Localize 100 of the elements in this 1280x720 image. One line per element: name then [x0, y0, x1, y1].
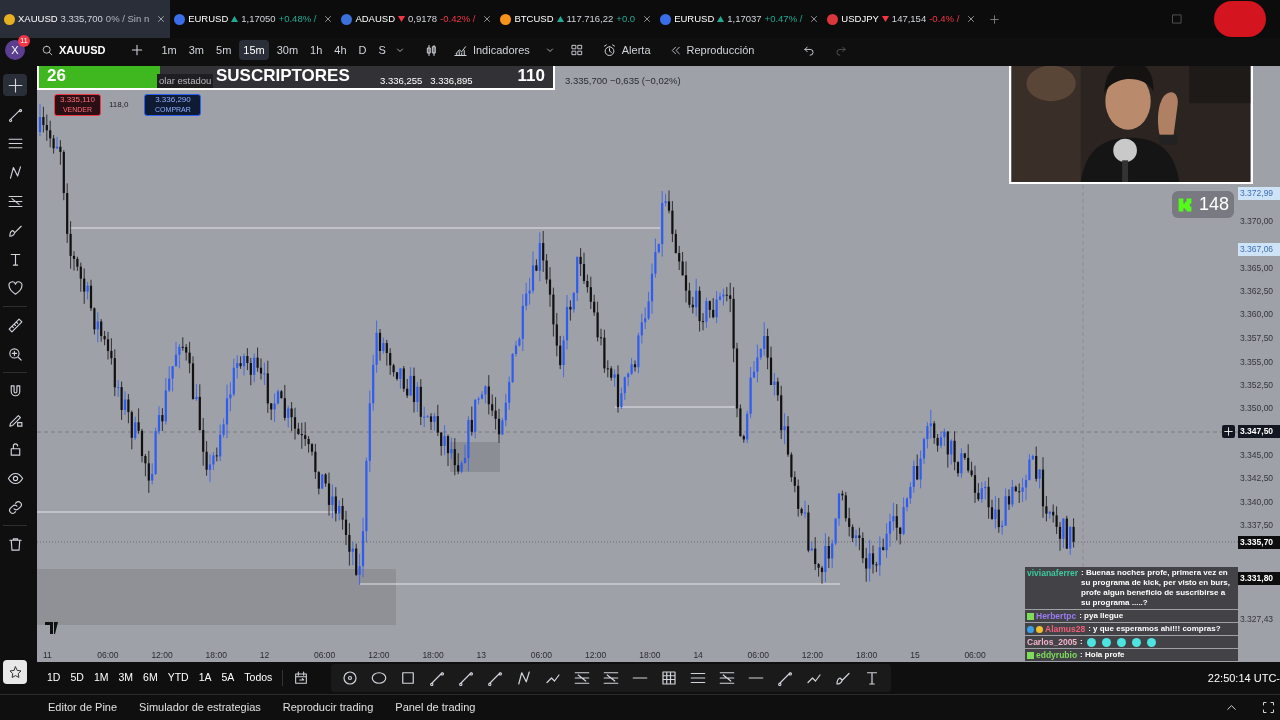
ohlc-value: 3.336,255	[380, 74, 423, 88]
panel-tab[interactable]: Simulador de estrategias	[139, 699, 261, 716]
interval-button[interactable]: 4h	[330, 40, 351, 60]
ruler-icon[interactable]	[6, 316, 24, 334]
viewer-count: 148	[1199, 193, 1230, 216]
interval-button[interactable]: 1h	[306, 40, 327, 60]
range-button[interactable]: 1M	[93, 670, 109, 686]
price-axis-label: 3.362,50	[1239, 285, 1275, 298]
panel-tab[interactable]: Panel de trading	[395, 699, 476, 716]
goal-label: SUSCRIPTORES	[215, 66, 350, 88]
trash-icon[interactable]	[6, 535, 24, 553]
favorites-button[interactable]	[3, 660, 27, 684]
alarm-clock-icon	[601, 42, 617, 58]
interval-button[interactable]: 30m	[272, 40, 303, 60]
add-tab-icon[interactable]	[988, 12, 1002, 26]
price-axis-label: 3.345,00	[1239, 449, 1275, 462]
time-axis-label: 12:00	[585, 649, 607, 662]
close-icon[interactable]	[156, 14, 167, 24]
trend-line-icon[interactable]	[776, 669, 795, 687]
range-button[interactable]: 5D	[70, 670, 84, 686]
range-button[interactable]: 1D	[47, 670, 61, 686]
price-axis-label: 3.357,50	[1239, 332, 1275, 345]
range-button[interactable]: YTD	[167, 670, 189, 686]
time-axis-label: 06:00	[747, 649, 769, 662]
interval-button[interactable]: 5m	[212, 40, 236, 60]
goal-target: 110	[517, 66, 545, 88]
time-axis-label: 06:00	[97, 649, 119, 662]
price-axis-label: 3.327,43	[1239, 613, 1275, 626]
chat-text: : pya llegue	[1079, 611, 1124, 622]
time-axis-label: 06:00	[530, 649, 553, 662]
replay-button[interactable]: Reproducción	[668, 41, 755, 59]
price-axis-label: 3.331,80	[1238, 572, 1280, 585]
range-button[interactable]: 5A	[221, 670, 235, 686]
price-axis-label: 3.337,50	[1239, 519, 1275, 532]
fibonacci-icon[interactable]	[602, 669, 621, 687]
interval-button[interactable]: 3m	[184, 40, 208, 60]
time-axis-label: 18:00	[639, 649, 661, 662]
add-crosshair-icon[interactable]	[1222, 425, 1235, 438]
close-icon[interactable]	[323, 14, 334, 24]
calendar-icon[interactable]	[293, 670, 310, 686]
grid-icon[interactable]	[660, 669, 679, 687]
interval-button[interactable]: D	[354, 40, 371, 60]
range-button[interactable]: Todos	[244, 670, 273, 686]
close-icon[interactable]	[642, 14, 653, 24]
price-axis-label: 3.352,50	[1239, 379, 1275, 392]
heart-icon[interactable]	[6, 279, 24, 297]
chat-username: Herbertpc	[1036, 611, 1077, 622]
close-icon[interactable]	[482, 14, 493, 24]
target-icon[interactable]	[341, 669, 360, 687]
time-axis-label: 06:00	[314, 649, 336, 662]
trend-line-icon[interactable]	[457, 669, 476, 687]
down-arrow-icon	[881, 16, 889, 22]
up-arrow-icon	[231, 16, 239, 22]
interval-button[interactable]: S	[374, 40, 390, 60]
time-axis-label: 12:00	[151, 649, 173, 662]
price-axis-label: 3.350,00	[1239, 402, 1275, 415]
ray-icon[interactable]	[428, 669, 447, 687]
range-button[interactable]: 6M	[143, 670, 158, 686]
maximize-icon[interactable]	[1261, 700, 1276, 715]
crosshair-icon[interactable]	[6, 76, 24, 94]
fan-icon[interactable]	[718, 669, 737, 687]
chat-text: : y que esperamos ahi!!! compras?	[1088, 624, 1221, 635]
time-axis-label: 15	[910, 649, 920, 662]
interval-button[interactable]: 15m	[239, 40, 269, 60]
zoom-in-icon[interactable]	[6, 345, 24, 363]
alert-button[interactable]: Alerta	[601, 41, 651, 59]
chat-text: :	[1080, 637, 1083, 648]
search-icon	[41, 43, 54, 57]
panel-tab[interactable]: Reproducir trading	[282, 699, 374, 716]
link-icon[interactable]	[6, 498, 24, 516]
time-axis-label: 12:00	[801, 649, 824, 662]
panel-tab[interactable]: Editor de Pine	[48, 699, 118, 716]
price-axis-label: 3.355,00	[1239, 356, 1275, 369]
up-arrow-icon	[556, 16, 564, 22]
clock-label: 22:50:14 UTC-	[1207, 670, 1280, 686]
grid-icon[interactable]	[569, 43, 584, 57]
time-axis-label: 06:00	[964, 649, 986, 662]
close-icon[interactable]	[966, 14, 977, 24]
trend-line-icon[interactable]	[486, 669, 505, 687]
ohlc-value: 3.336,895	[430, 74, 473, 88]
time-axis-label: 18:00	[205, 649, 227, 662]
close-icon[interactable]	[809, 14, 820, 24]
range-button[interactable]: 1A	[198, 670, 212, 686]
chat-text: : Hola profe	[1080, 650, 1125, 661]
down-arrow-icon	[398, 16, 405, 22]
goal-count: 26	[47, 66, 66, 88]
time-axis-label: 12	[259, 649, 270, 662]
symbol-search[interactable]: XAUUSD	[39, 41, 108, 59]
price-axis-label: 3.335,70	[1238, 536, 1280, 549]
chat-text: : Buenas noches profe, primera vez en su programa de kick, per visto en burs, profe algun beneficio de suscribirse a su programa .....?	[1081, 568, 1231, 609]
price-change-label: 3.335,700 −0,635 (−0,02%)	[565, 74, 681, 88]
symbol-tab[interactable]: XAUUSD 3.335,700 0% / Sin n	[0, 0, 171, 38]
indicators-button[interactable]: Indicadores	[452, 41, 530, 59]
range-button[interactable]: 3M	[118, 670, 134, 686]
chat-username: vivianaferrer	[1027, 568, 1079, 579]
fibonacci-icon[interactable]	[573, 669, 592, 687]
interval-button[interactable]: 1m	[157, 40, 181, 60]
undo-icon[interactable]	[802, 43, 817, 57]
price-axis-label: 3.367,06	[1238, 243, 1280, 256]
tradingview-logo-icon	[45, 622, 58, 634]
